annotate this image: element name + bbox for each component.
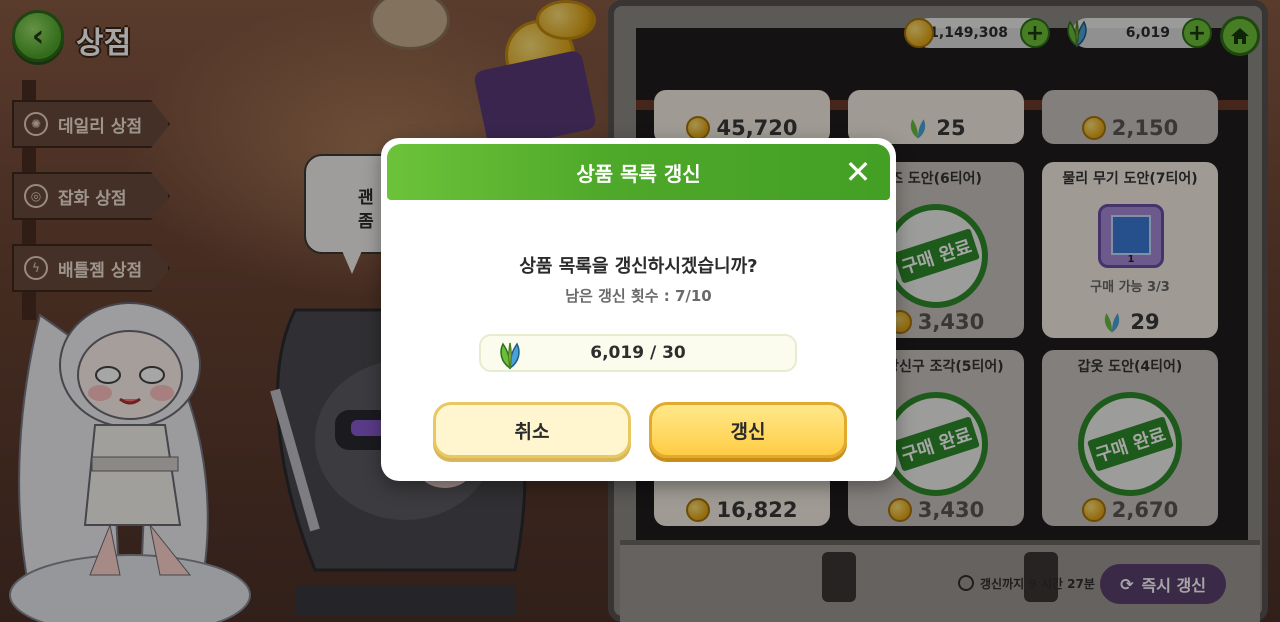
confirm-refresh-button[interactable]: 갱신	[649, 402, 847, 458]
dialog-question: 상품 목록을 갱신하시겠습니까?	[519, 256, 758, 277]
refresh-dialog: 상품 목록 갱신 ✕ 상품 목록을 갱신하시겠습니까? 남은 갱신 횟수 : 7…	[381, 138, 896, 481]
refresh-cost: 6,019 / 30	[479, 334, 797, 372]
dialog-header: 상품 목록 갱신 ✕	[387, 144, 890, 200]
remaining-refresh-count: 남은 갱신 횟수 : 7/10	[565, 287, 712, 305]
close-icon: ✕	[844, 153, 872, 191]
leaf-icon	[500, 342, 520, 370]
close-button[interactable]: ✕	[842, 156, 874, 188]
dialog-title: 상품 목록 갱신	[576, 161, 701, 186]
cancel-button[interactable]: 취소	[433, 402, 631, 458]
cost-value: 6,019 / 30	[590, 343, 686, 363]
